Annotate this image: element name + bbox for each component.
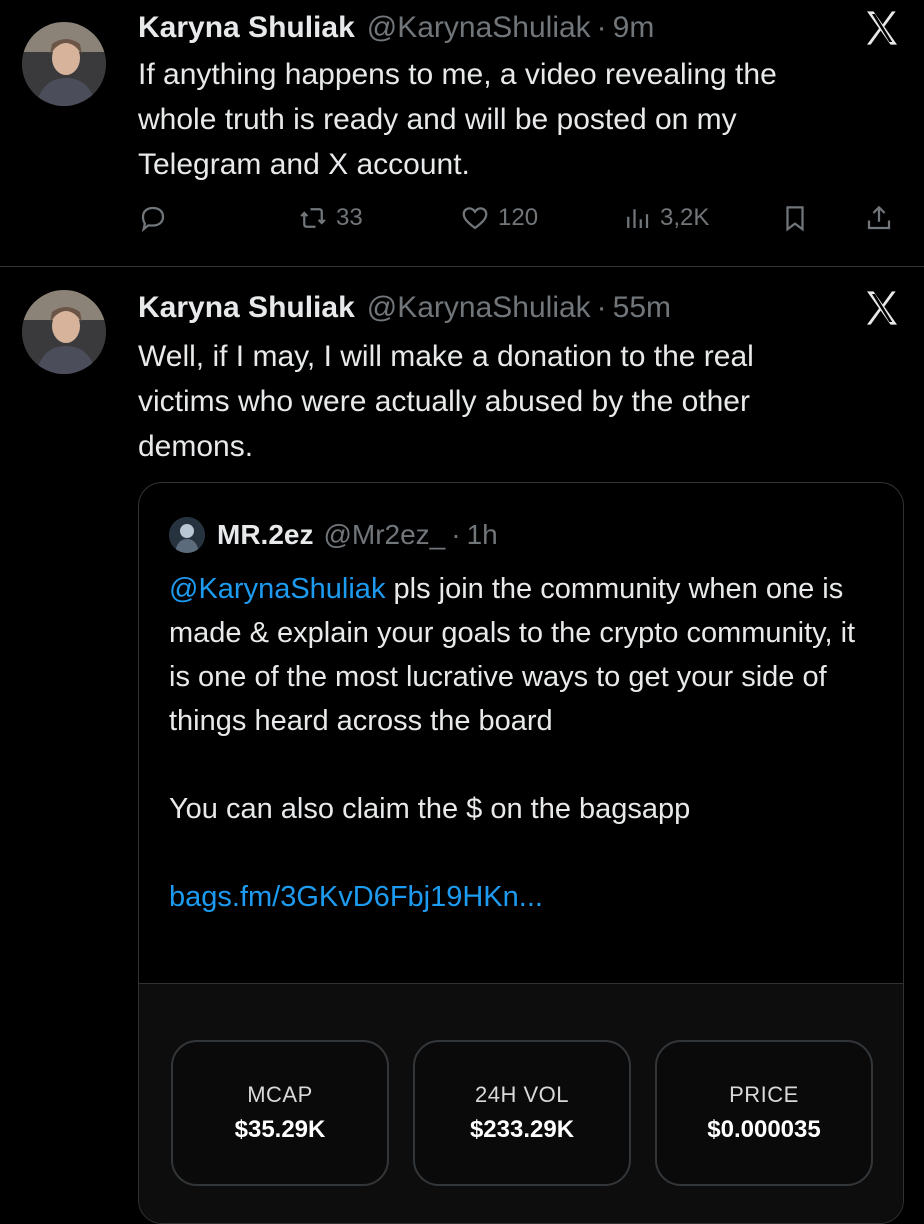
token-card[interactable]: MCAP $35.29K 24H VOL $233.29K PRICE $0.0…	[139, 983, 903, 1223]
tweet-text: Well, if I may, I will make a donation t…	[138, 340, 754, 463]
tweet[interactable]: Karyna Shuliak @KarynaShuliak · 55m Well…	[0, 266, 924, 1224]
mention-link[interactable]: @KarynaShuliak	[169, 573, 385, 605]
timestamp[interactable]: 9m	[613, 11, 655, 45]
reply-button[interactable]	[138, 196, 168, 240]
quote-header: MR.2ez @Mr2ez_ · 1h	[169, 515, 498, 555]
stat-value: $0.000035	[707, 1116, 821, 1143]
quote-paragraph: You can also claim the $ on the bagsapp	[169, 793, 691, 825]
share-button[interactable]	[864, 196, 894, 240]
timestamp[interactable]: 55m	[613, 291, 671, 325]
share-icon	[867, 205, 891, 230]
x-logo-icon	[867, 11, 897, 45]
quoted-tweet[interactable]: MR.2ez @Mr2ez_ · 1h @KarynaShuliak pls j…	[138, 482, 904, 1224]
reply-icon	[141, 206, 165, 233]
stat-label: PRICE	[729, 1082, 799, 1107]
avatar[interactable]	[22, 290, 106, 374]
retweet-icon	[300, 208, 326, 228]
stat-label: 24H VOL	[475, 1082, 569, 1107]
timestamp[interactable]: 1h	[467, 519, 498, 551]
views-icon	[627, 209, 649, 228]
tweet-text: If anything happens to me, a video revea…	[138, 58, 777, 181]
author-handle[interactable]: @Mr2ez_	[323, 519, 445, 551]
tweet-header: Karyna Shuliak @KarynaShuliak · 55m	[138, 290, 671, 326]
views-button[interactable]: 3,2K	[622, 196, 709, 240]
stat-mcap: MCAP $35.29K	[171, 1040, 389, 1186]
stat-volume: 24H VOL $233.29K	[413, 1040, 631, 1186]
avatar[interactable]	[169, 517, 205, 553]
x-logo-icon	[867, 291, 897, 325]
heart-icon	[462, 207, 488, 230]
separator-dot: ·	[451, 519, 461, 550]
tweet[interactable]: Karyna Shuliak @KarynaShuliak · 9m If an…	[0, 0, 924, 267]
quote-paragraph: @KarynaShuliak pls join the community wh…	[169, 567, 879, 743]
separator-dot: ·	[596, 291, 607, 324]
author-handle[interactable]: @KarynaShuliak	[367, 291, 591, 325]
bookmark-button[interactable]	[780, 196, 810, 240]
tweet-actions: 33 120 3,2K	[138, 196, 898, 240]
stat-price: PRICE $0.000035	[655, 1040, 873, 1186]
retweet-button[interactable]: 33	[298, 196, 363, 240]
views-count: 3,2K	[660, 204, 710, 231]
stat-label: MCAP	[247, 1082, 313, 1107]
stat-value: $35.29K	[234, 1116, 326, 1143]
stat-value: $233.29K	[469, 1116, 575, 1143]
author-name[interactable]: MR.2ez	[217, 519, 313, 551]
bookmark-icon	[786, 206, 804, 232]
tweet-header: Karyna Shuliak @KarynaShuliak · 9m	[138, 10, 654, 46]
author-name[interactable]: Karyna Shuliak	[138, 291, 355, 325]
avatar[interactable]	[22, 22, 106, 106]
separator-dot: ·	[596, 11, 607, 44]
author-handle[interactable]: @KarynaShuliak	[367, 11, 591, 45]
like-count: 120	[498, 204, 539, 231]
like-button[interactable]: 120	[460, 196, 538, 240]
quote-text: @KarynaShuliak pls join the community wh…	[169, 567, 879, 919]
author-name[interactable]: Karyna Shuliak	[138, 11, 355, 45]
url-link[interactable]: bags.fm/3GKvD6Fbj19HKn...	[169, 881, 543, 913]
retweet-count: 33	[336, 204, 363, 231]
